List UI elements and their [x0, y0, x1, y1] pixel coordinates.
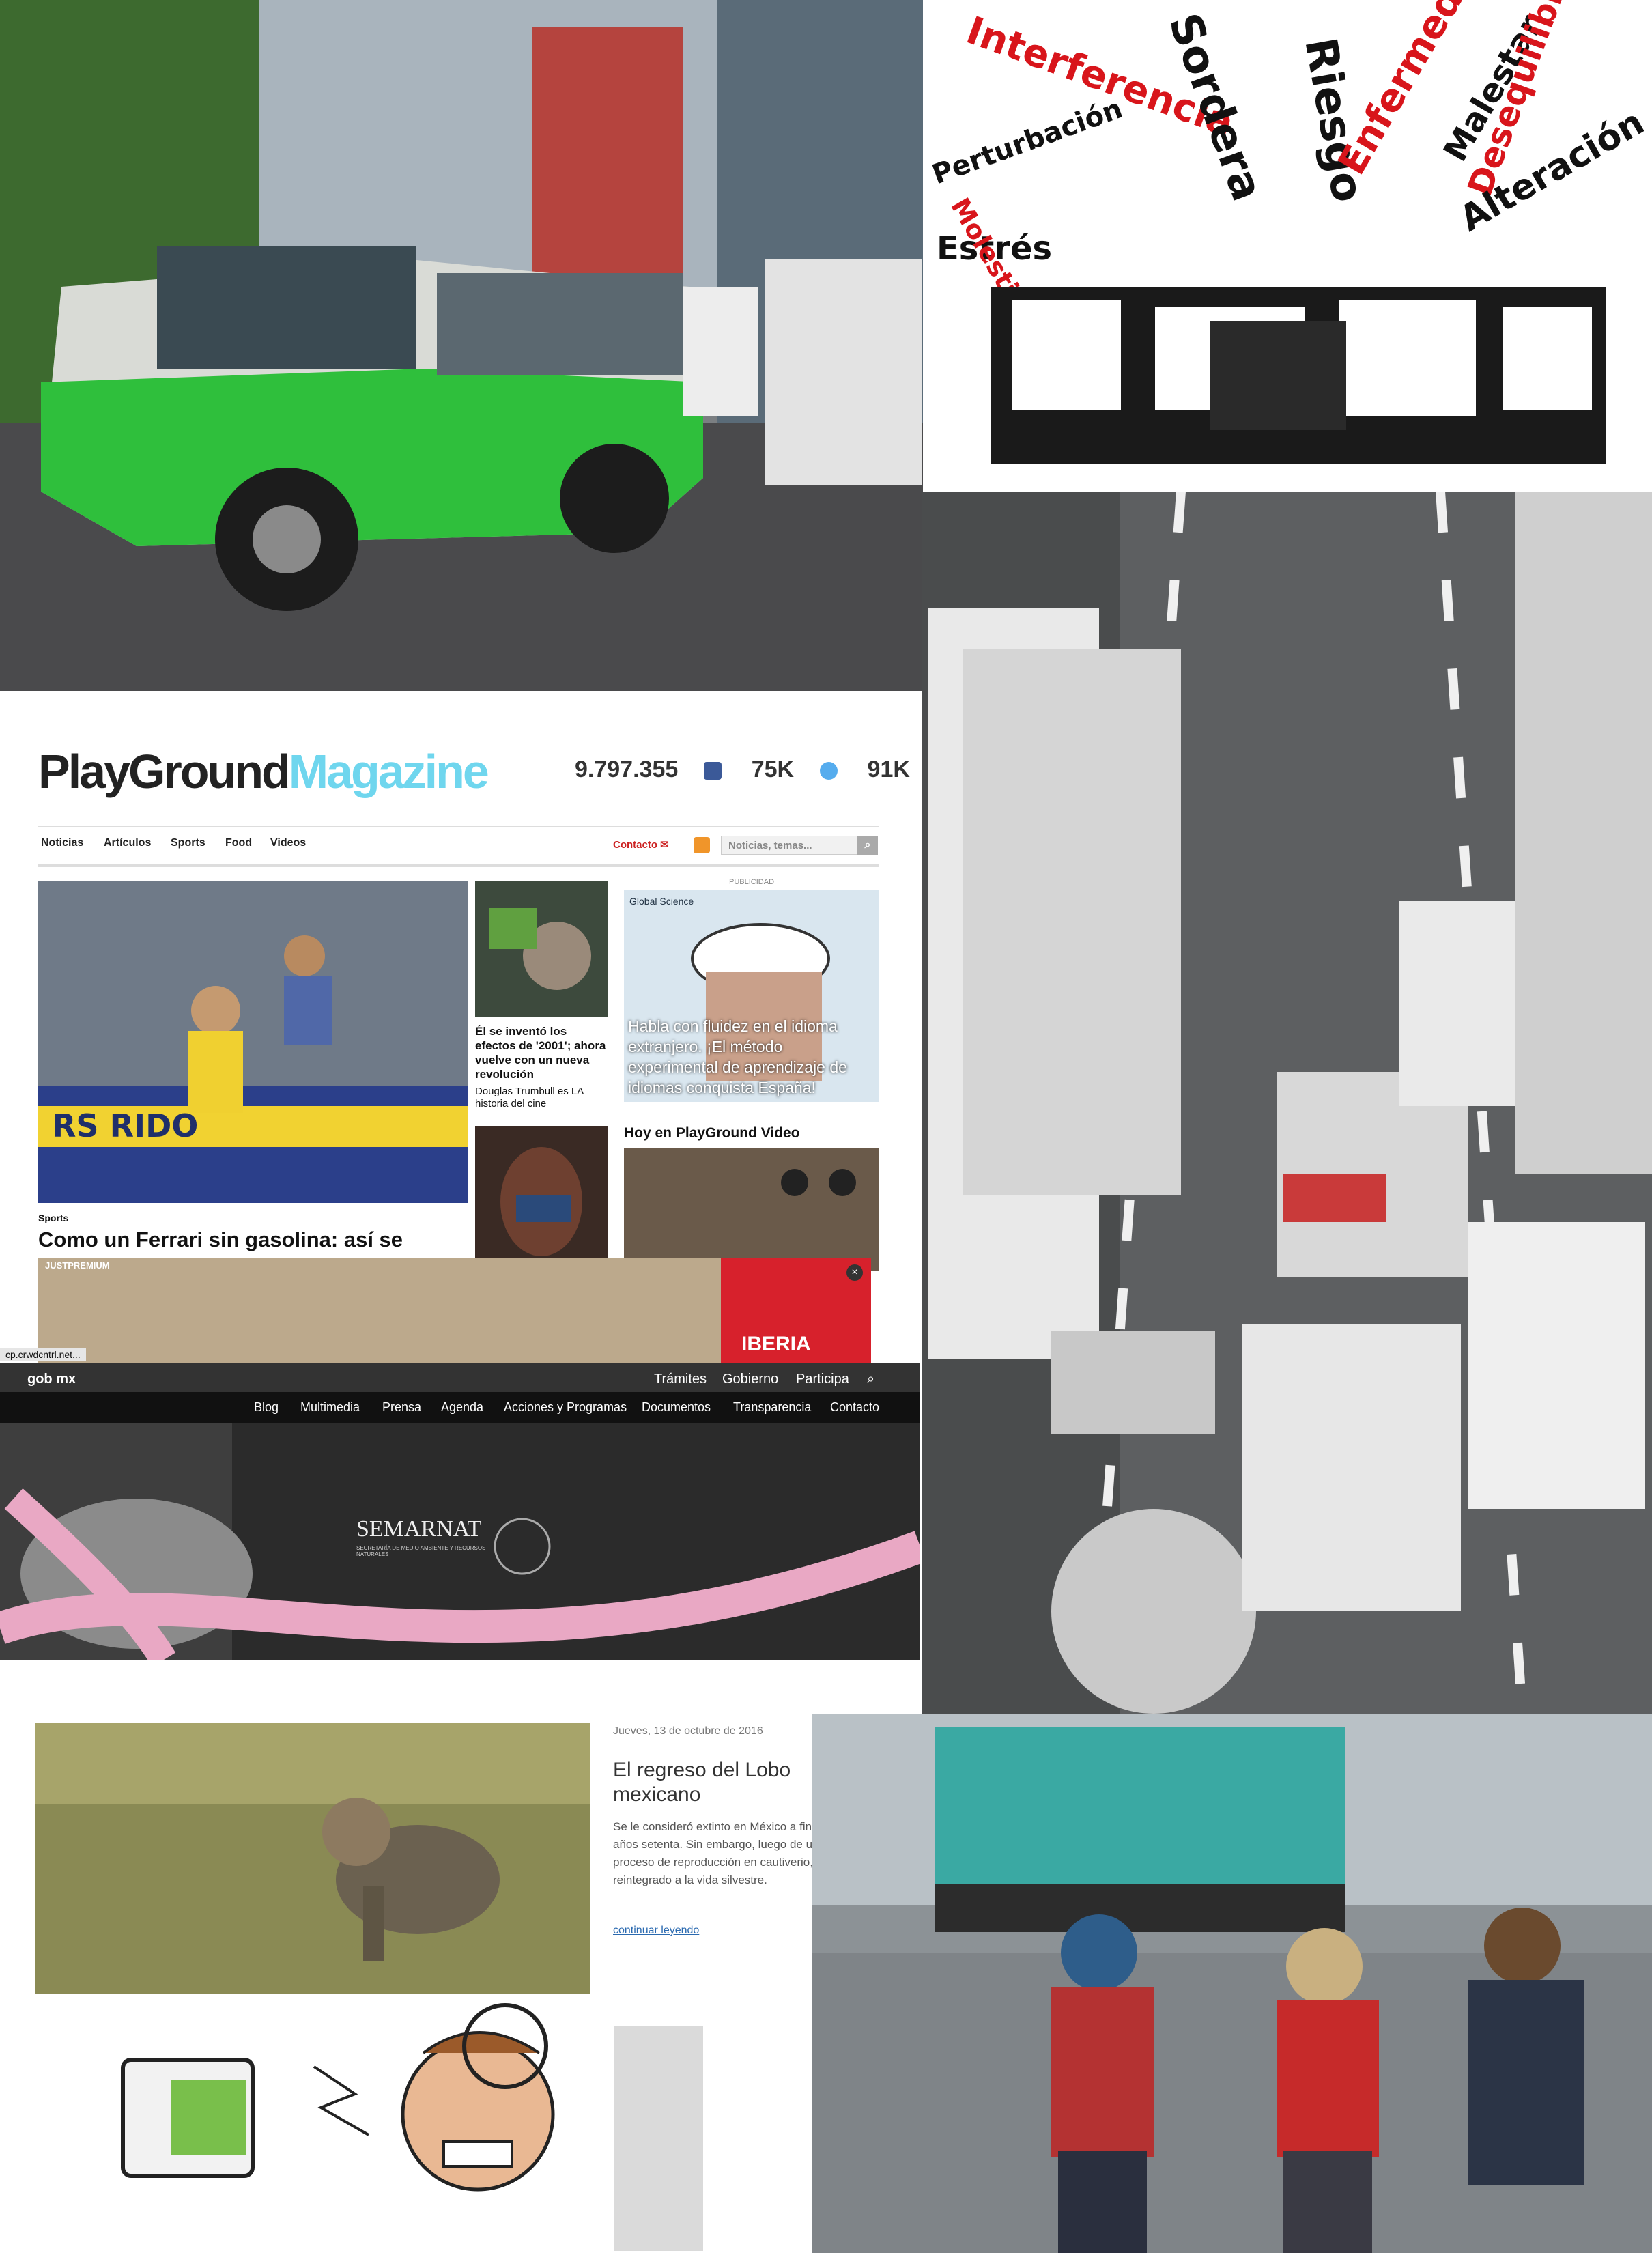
menu-prensa[interactable]: Prensa [382, 1400, 421, 1415]
article-date: Jueves, 13 de octubre de 2016 [613, 1725, 763, 1737]
side-article-image-2[interactable] [475, 1126, 608, 1270]
close-icon[interactable]: × [846, 1264, 863, 1281]
overlay-banner-ad[interactable]: JUSTPREMIUM IBERIA × [38, 1258, 871, 1363]
menu-transparencia[interactable]: Transparencia [733, 1400, 811, 1415]
gob-top-bar: gob mx Trámites Gobierno Participa ⌕ [0, 1363, 920, 1392]
semarnat-subtitle: SECRETARÍA DE MEDIO AMBIENTE Y RECURSOS … [356, 1545, 486, 1557]
top-link-tramites[interactable]: Trámites [654, 1372, 707, 1387]
video-header: Hoy en PlayGround Video [624, 1125, 800, 1141]
gob-menu: Blog Multimedia Prensa Agenda Acciones y… [0, 1392, 920, 1423]
main-nav: Noticias Artículos Sports Food Videos Co… [38, 826, 879, 867]
nav-noticias[interactable]: Noticias [41, 837, 83, 849]
rss-icon[interactable] [694, 837, 710, 853]
twitter-stat[interactable]: 75K [752, 756, 838, 782]
gob-brand[interactable]: gob mx [27, 1372, 76, 1387]
video-thumbnail[interactable] [624, 1148, 879, 1271]
top-link-gobierno[interactable]: Gobierno [722, 1372, 778, 1387]
children-photo [812, 1714, 1652, 2253]
facebook-icon [704, 762, 722, 780]
semarnat-logo: SEMARNAT [356, 1516, 482, 1542]
side-article-image[interactable] [475, 881, 608, 1017]
nav-sports[interactable]: Sports [171, 837, 205, 849]
traffic-photo [922, 492, 1652, 1714]
continue-reading-link[interactable]: continuar leyendo [613, 1925, 699, 1937]
playground-magazine-page: PlayGroundMagazine 9.797.355 75K 91K Not… [0, 691, 922, 1363]
menu-documentos[interactable]: Documentos [642, 1400, 711, 1415]
main-article-image[interactable]: RS RIDO [38, 881, 468, 1203]
ad-text: Habla con fluidez en el idioma extranjer… [628, 1017, 847, 1096]
nav-videos[interactable]: Videos [270, 837, 306, 849]
social-stats: 9.797.355 75K 91K [575, 756, 922, 783]
search-icon[interactable]: ⌕ [867, 1372, 874, 1387]
svg-text:RS RIDO: RS RIDO [52, 1107, 198, 1144]
article-category[interactable]: Sports [38, 1213, 68, 1223]
share-icon[interactable] [829, 1169, 856, 1196]
instagram-stat[interactable]: 91K [868, 756, 922, 782]
mail-icon: ✉ [660, 839, 669, 851]
menu-agenda[interactable]: Agenda [441, 1400, 483, 1415]
main-article-title[interactable]: Como un Ferrari sin gasolina: así se [38, 1228, 475, 1252]
microbus-photo [0, 0, 923, 691]
nav-food[interactable]: Food [225, 837, 252, 849]
banner-label: JUSTPREMIUM [45, 1260, 110, 1271]
wolf-image[interactable] [35, 1723, 590, 1994]
menu-acciones[interactable]: Acciones y Programas [504, 1400, 627, 1415]
site-logo[interactable]: PlayGroundMagazine [38, 744, 489, 799]
search-icon[interactable]: ⌕ [857, 836, 878, 855]
contact-link[interactable]: Contacto ✉ [613, 838, 669, 851]
facebook-stat[interactable]: 9.797.355 [575, 756, 722, 782]
nav-articulos[interactable]: Artículos [104, 837, 151, 849]
ad-label: PUBLICIDAD [729, 878, 775, 886]
playlist-icon[interactable] [781, 1169, 808, 1196]
side-article-subtitle: Douglas Trumbull es LA historia del cine [475, 1086, 584, 1109]
search-input[interactable]: Noticias, temas... [721, 836, 878, 855]
menu-blog[interactable]: Blog [254, 1400, 279, 1415]
ad-brand: Global Science [629, 896, 694, 907]
menu-multimedia[interactable]: Multimedia [300, 1400, 360, 1415]
hero-banner: SEMARNAT SECRETARÍA DE MEDIO AMBIENTE Y … [0, 1423, 920, 1660]
top-link-participa[interactable]: Participa [796, 1372, 849, 1387]
ad-image[interactable]: Global Science Habla con fluidez en el i… [624, 890, 879, 1102]
stressed-cartoon [0, 1998, 812, 2253]
gobmx-page: gob mx Trámites Gobierno Participa ⌕ Blo… [0, 1363, 920, 1998]
banner-brand: IBERIA [741, 1333, 811, 1355]
twitter-icon [820, 762, 838, 780]
noise-poster: Interferencia Sordera Riesgo Enfermedad … [923, 0, 1652, 492]
menu-contacto[interactable]: Contacto [830, 1400, 879, 1415]
status-bar-url: cp.crwdcntrl.net... [0, 1348, 86, 1361]
poster-word: Perturbación [928, 93, 1127, 190]
side-article-title[interactable]: Él se inventó los efectos de '2001'; aho… [475, 1024, 608, 1081]
